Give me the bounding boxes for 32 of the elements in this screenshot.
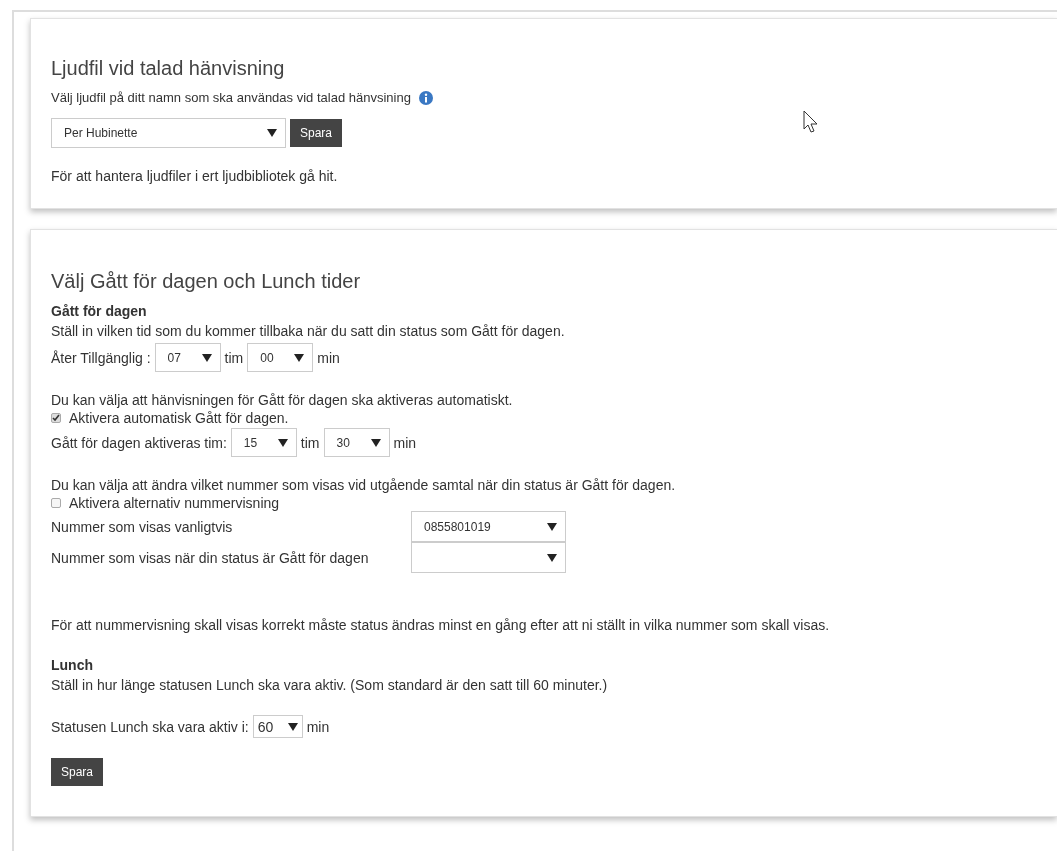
section-title: Välj Gått för dagen och Lunch tider — [51, 270, 362, 293]
field-label: Statusen Lunch ska vara aktiv i: — [51, 718, 249, 735]
dropdown[interactable]: 30 — [323, 428, 390, 457]
field-label: Gått för dagen aktiveras tim: — [51, 434, 227, 451]
library-note: För att hantera ljudfiler i ert ljudbibliotek gå hit. — [51, 167, 339, 186]
unit-label: min — [393, 434, 417, 451]
dropdown[interactable]: 07 — [154, 343, 221, 372]
subheading: Lunch — [51, 656, 94, 675]
unit-label: tim — [224, 349, 244, 366]
description: Välj ljudfil på ditt namn som ska användas vid talad hänvsining — [51, 89, 411, 107]
unit-label: min — [306, 718, 330, 735]
dropdown[interactable]: 15 — [230, 428, 297, 457]
dropdown[interactable]: 00 — [247, 343, 314, 372]
save-button[interactable]: Spara — [290, 119, 343, 147]
dropdown[interactable]: Per Hubinette — [51, 118, 286, 148]
description: Du kan välja att ändra vilket nummer som visas vid utgående samtal när din status är Gått för dagen. — [51, 476, 677, 495]
description: För att nummervisning skall visas korrekt måste status ändras minst en gång efter att ni ställt in vilka nummer som skall visas. — [51, 616, 831, 635]
description: Du kan välja att hänvisningen för Gått för dagen ska aktiveras automatiskt. — [51, 391, 514, 410]
checkbox-label: Aktivera automatisk Gått för dagen. — [69, 410, 289, 426]
unit-label: min — [317, 349, 340, 366]
dropdown[interactable]: 0855801019 — [411, 511, 566, 542]
field-label: Nummer som visas vanligtvis — [51, 518, 234, 535]
unit-label: tim — [300, 434, 320, 451]
dropdown[interactable]: 60 — [252, 715, 303, 738]
description: Ställ in vilken tid som du kommer tillbaka när du satt din status som Gått för dagen. — [51, 322, 566, 341]
field-label: Nummer som visas när din status är Gått för dagen — [51, 549, 370, 566]
description: Ställ in hur länge statusen Lunch ska vara aktiv. (Som standard är den satt till 60 minuter.) — [51, 676, 609, 695]
section-title: Ljudfil vid talad hänvisning — [51, 57, 286, 80]
subheading: Gått för dagen — [51, 302, 148, 321]
checkbox-label: Aktivera alternativ nummervisning — [69, 495, 280, 511]
save-button[interactable]: Spara — [51, 758, 104, 786]
field-label: Åter Tillgänglig : — [51, 349, 151, 366]
